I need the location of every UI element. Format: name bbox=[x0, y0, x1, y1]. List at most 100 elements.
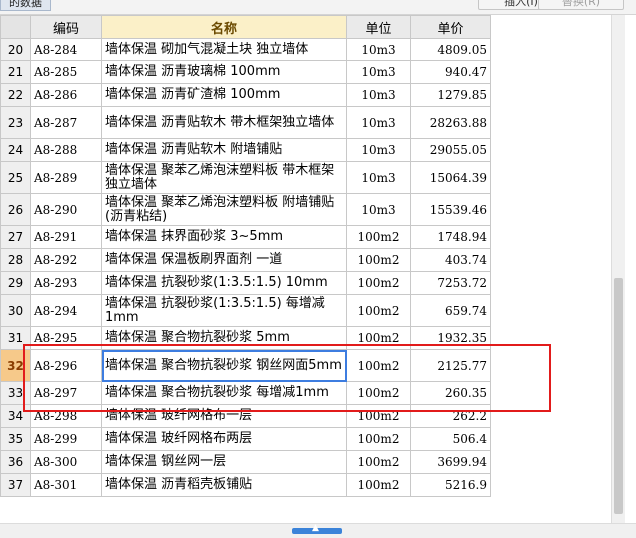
row-number[interactable]: 24 bbox=[0, 138, 31, 162]
quota-code[interactable]: A8-294 bbox=[30, 294, 102, 327]
quota-unit[interactable]: 10m3 bbox=[346, 83, 411, 107]
table-row[interactable]: 36 A8-300 墙体保温 钢丝网一层 100m2 3699.94 bbox=[0, 450, 491, 474]
col-header-name[interactable]: 名称 bbox=[101, 15, 347, 39]
quota-unit[interactable]: 100m2 bbox=[346, 225, 411, 249]
quota-code[interactable]: A8-299 bbox=[30, 427, 102, 451]
quota-price[interactable]: 659.74 bbox=[410, 294, 491, 327]
quota-price[interactable]: 506.4 bbox=[410, 427, 491, 451]
row-number[interactable]: 23 bbox=[0, 106, 31, 139]
table-row[interactable]: 21 A8-285 墙体保温 沥青玻璃棉 100mm 10m3 940.47 bbox=[0, 60, 491, 84]
quota-price[interactable]: 940.47 bbox=[410, 60, 491, 84]
table-row[interactable]: 23 A8-287 墙体保温 沥青贴软木 带木框架独立墙体 10m3 28263.88 bbox=[0, 106, 491, 139]
quota-code[interactable]: A8-288 bbox=[30, 138, 102, 162]
table-row[interactable]: 31 A8-295 墙体保温 聚合物抗裂砂浆 5mm 100m2 1932.35 bbox=[0, 326, 491, 350]
quota-price[interactable]: 5216.9 bbox=[410, 473, 491, 497]
quota-code[interactable]: A8-295 bbox=[30, 326, 102, 350]
quota-unit[interactable]: 100m2 bbox=[346, 473, 411, 497]
quota-code[interactable]: A8-291 bbox=[30, 225, 102, 249]
quota-name[interactable]: 墙体保温 沥青稻壳板铺贴 bbox=[101, 473, 347, 497]
quota-name[interactable]: 墙体保温 聚合物抗裂砂浆 5mm bbox=[101, 326, 347, 350]
quota-unit[interactable]: 10m3 bbox=[346, 161, 411, 194]
table-row[interactable]: 32 A8-296 墙体保温 聚合物抗裂砂浆 钢丝网面5mm 100m2 2125.77 bbox=[0, 349, 491, 382]
table-row[interactable]: 27 A8-291 墙体保温 抹界面砂浆 3~5mm 100m2 1748.94 bbox=[0, 225, 491, 249]
quota-name[interactable]: 墙体保温 沥青玻璃棉 100mm bbox=[101, 60, 347, 84]
quota-price[interactable]: 4809.05 bbox=[410, 38, 491, 61]
row-number[interactable]: 34 bbox=[0, 404, 31, 428]
quota-unit[interactable]: 10m3 bbox=[346, 106, 411, 139]
table-row[interactable]: 37 A8-301 墙体保温 沥青稻壳板铺贴 100m2 5216.9 bbox=[0, 473, 491, 497]
row-number[interactable]: 36 bbox=[0, 450, 31, 474]
row-number[interactable]: 25 bbox=[0, 161, 31, 194]
quota-code[interactable]: A8-296 bbox=[30, 349, 102, 382]
quota-unit[interactable]: 100m2 bbox=[346, 427, 411, 451]
quota-name[interactable]: 墙体保温 保温板刷界面剂 一道 bbox=[101, 248, 347, 272]
quota-unit[interactable]: 100m2 bbox=[346, 326, 411, 350]
vertical-scroll-thumb[interactable] bbox=[614, 278, 623, 514]
row-number[interactable]: 22 bbox=[0, 83, 31, 107]
quota-name[interactable]: 墙体保温 聚合物抗裂砂浆 钢丝网面5mm bbox=[101, 349, 347, 382]
row-number[interactable]: 33 bbox=[0, 381, 31, 405]
col-header-code[interactable]: 编码 bbox=[30, 15, 102, 39]
quota-name[interactable]: 墙体保温 抗裂砂浆(1:3.5:1.5) 10mm bbox=[101, 271, 347, 295]
col-header-unit[interactable]: 单位 bbox=[346, 15, 411, 39]
row-number[interactable]: 27 bbox=[0, 225, 31, 249]
quota-code[interactable]: A8-289 bbox=[30, 161, 102, 194]
quota-unit[interactable]: 100m2 bbox=[346, 349, 411, 382]
quota-code[interactable]: A8-290 bbox=[30, 193, 102, 226]
table-row[interactable]: 35 A8-299 墙体保温 玻纤网格布两层 100m2 506.4 bbox=[0, 427, 491, 451]
quota-price[interactable]: 1279.85 bbox=[410, 83, 491, 107]
quota-price[interactable]: 1932.35 bbox=[410, 326, 491, 350]
table-row[interactable]: 25 A8-289 墙体保温 聚苯乙烯泡沫塑料板 带木框架独立墙体 10m3 15064… bbox=[0, 161, 491, 194]
quota-unit[interactable]: 100m2 bbox=[346, 294, 411, 327]
quota-price[interactable]: 262.2 bbox=[410, 404, 491, 428]
quota-name[interactable]: 墙体保温 沥青贴软木 附墙铺贴 bbox=[101, 138, 347, 162]
row-number[interactable]: 32 bbox=[0, 349, 31, 382]
quota-price[interactable]: 7253.72 bbox=[410, 271, 491, 295]
quota-name[interactable]: 墙体保温 沥青贴软木 带木框架独立墙体 bbox=[101, 106, 347, 139]
row-number[interactable]: 37 bbox=[0, 473, 31, 497]
tab-data[interactable]: 的数据 bbox=[0, 0, 51, 11]
col-header-price[interactable]: 单价 bbox=[410, 15, 491, 39]
quota-name[interactable]: 墙体保温 玻纤网格布一层 bbox=[101, 404, 347, 428]
row-number[interactable]: 28 bbox=[0, 248, 31, 272]
table-row[interactable]: 33 A8-297 墙体保温 聚合物抗裂砂浆 每增减1mm 100m2 260.35 bbox=[0, 381, 491, 405]
quota-code[interactable]: A8-284 bbox=[30, 38, 102, 61]
row-number[interactable]: 21 bbox=[0, 60, 31, 84]
quota-price[interactable]: 2125.77 bbox=[410, 349, 491, 382]
quota-code[interactable]: A8-298 bbox=[30, 404, 102, 428]
quota-price[interactable]: 3699.94 bbox=[410, 450, 491, 474]
horizontal-scrollbar[interactable]: ▲ bbox=[0, 523, 636, 538]
quota-name[interactable]: 墙体保温 钢丝网一层 bbox=[101, 450, 347, 474]
quota-price[interactable]: 260.35 bbox=[410, 381, 491, 405]
quota-price[interactable]: 29055.05 bbox=[410, 138, 491, 162]
table-row[interactable]: 22 A8-286 墙体保温 沥青矿渣棉 100mm 10m3 1279.85 bbox=[0, 83, 491, 107]
row-number[interactable]: 30 bbox=[0, 294, 31, 327]
quota-code[interactable]: A8-301 bbox=[30, 473, 102, 497]
quota-name[interactable]: 墙体保温 砌加气混凝土块 独立墙体 bbox=[101, 38, 347, 61]
table-row[interactable]: 29 A8-293 墙体保温 抗裂砂浆(1:3.5:1.5) 10mm 100m2 72… bbox=[0, 271, 491, 295]
quota-unit[interactable]: 100m2 bbox=[346, 450, 411, 474]
row-number[interactable]: 20 bbox=[0, 38, 31, 61]
quota-code[interactable]: A8-297 bbox=[30, 381, 102, 405]
horizontal-scroll-thumb[interactable]: ▲ bbox=[292, 523, 342, 534]
quota-unit[interactable]: 100m2 bbox=[346, 271, 411, 295]
quota-price[interactable]: 403.74 bbox=[410, 248, 491, 272]
row-number[interactable]: 29 bbox=[0, 271, 31, 295]
quota-name[interactable]: 墙体保温 沥青矿渣棉 100mm bbox=[101, 83, 347, 107]
quota-name[interactable]: 墙体保温 聚苯乙烯泡沫塑料板 附墙铺贴(沥青粘结) bbox=[101, 193, 347, 226]
quota-price[interactable]: 1748.94 bbox=[410, 225, 491, 249]
quota-unit[interactable]: 10m3 bbox=[346, 193, 411, 226]
row-number[interactable]: 26 bbox=[0, 193, 31, 226]
quota-unit[interactable]: 10m3 bbox=[346, 60, 411, 84]
quota-unit[interactable]: 10m3 bbox=[346, 138, 411, 162]
quota-code[interactable]: A8-292 bbox=[30, 248, 102, 272]
table-row[interactable]: 26 A8-290 墙体保温 聚苯乙烯泡沫塑料板 附墙铺贴(沥青粘结) 10m3 155… bbox=[0, 193, 491, 226]
vertical-scrollbar[interactable] bbox=[611, 15, 625, 523]
quota-price[interactable]: 15064.39 bbox=[410, 161, 491, 194]
table-row[interactable]: 34 A8-298 墙体保温 玻纤网格布一层 100m2 262.2 bbox=[0, 404, 491, 428]
table-row[interactable]: 20 A8-284 墙体保温 砌加气混凝土块 独立墙体 10m3 4809.05 bbox=[0, 38, 491, 61]
replace-button[interactable]: 替换(R) bbox=[538, 0, 624, 10]
quota-name[interactable]: 墙体保温 聚苯乙烯泡沫塑料板 带木框架独立墙体 bbox=[101, 161, 347, 194]
quota-code[interactable]: A8-293 bbox=[30, 271, 102, 295]
quota-code[interactable]: A8-286 bbox=[30, 83, 102, 107]
